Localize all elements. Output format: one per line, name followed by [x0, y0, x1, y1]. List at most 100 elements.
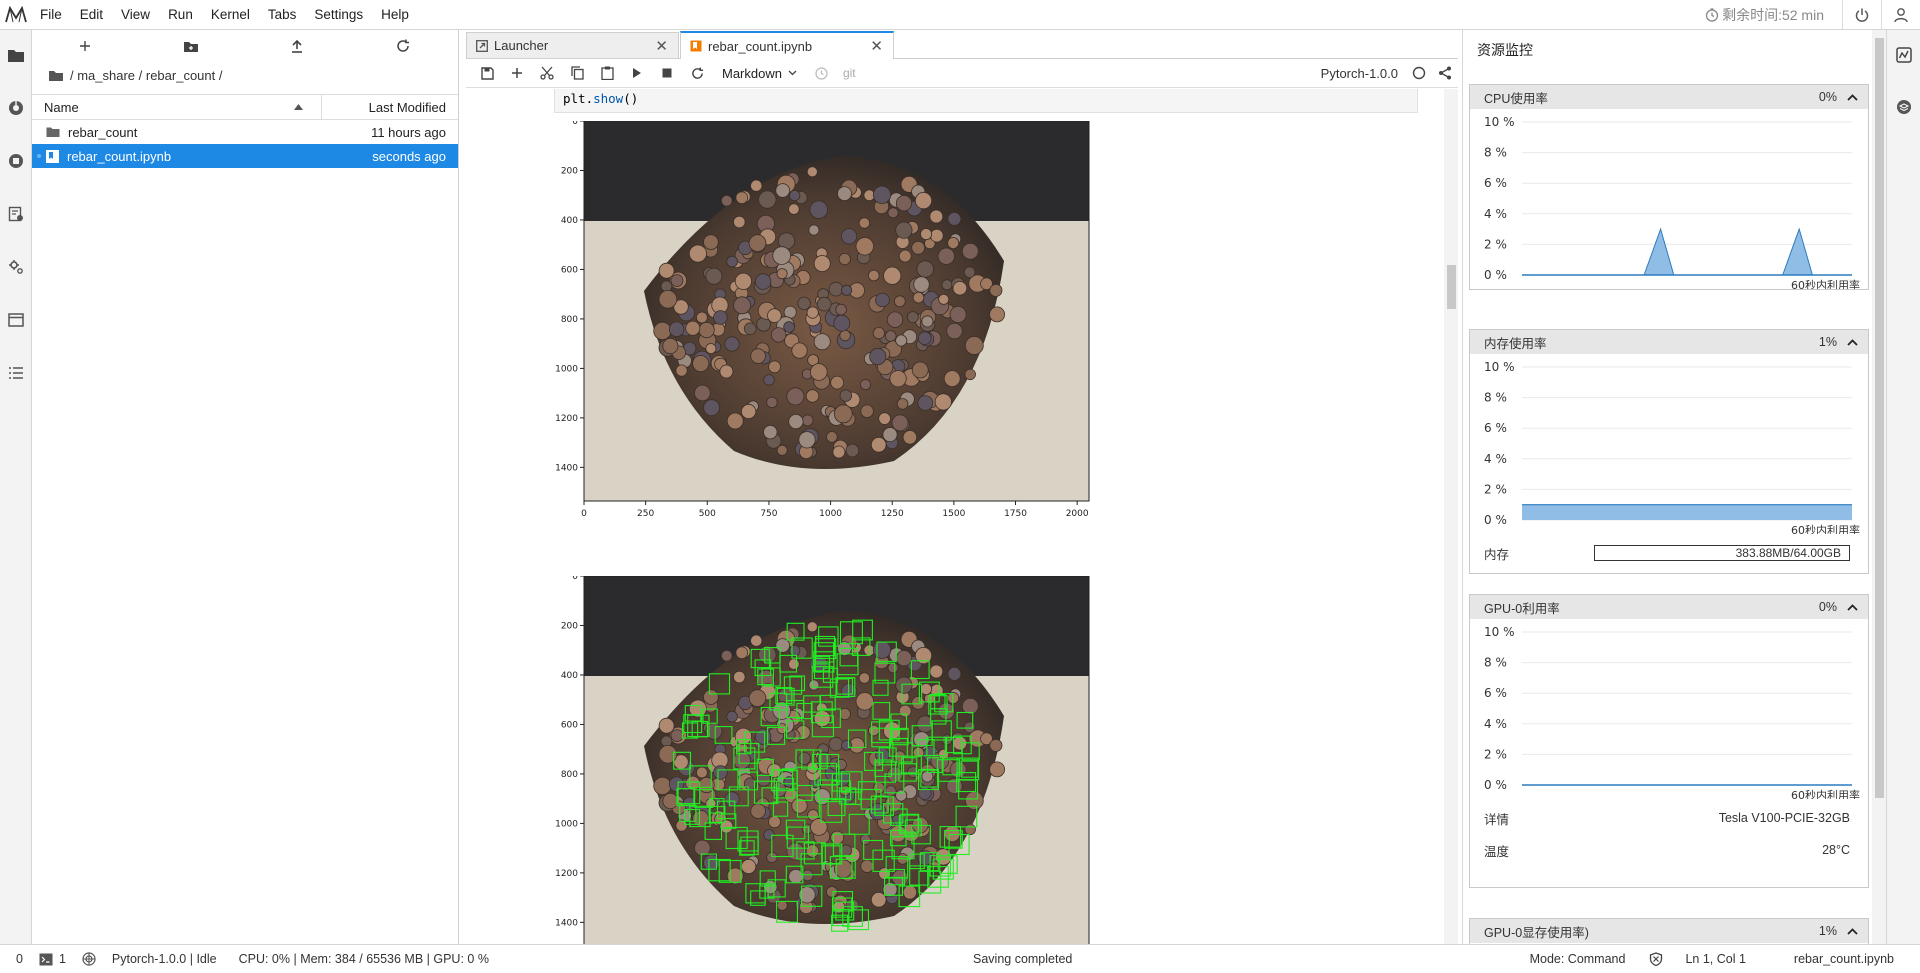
- restart-button[interactable]: [682, 59, 712, 87]
- column-last-modified[interactable]: Last Modified: [322, 100, 458, 115]
- cut-button[interactable]: [532, 59, 562, 87]
- layers-icon[interactable]: [1887, 92, 1920, 122]
- menu-run[interactable]: Run: [159, 0, 202, 30]
- code-cell-tail[interactable]: plt.show(): [554, 89, 1418, 113]
- menu-tabs[interactable]: Tabs: [259, 0, 306, 30]
- chevron-up-icon[interactable]: [1847, 93, 1858, 101]
- status-zero[interactable]: 0: [0, 952, 31, 966]
- menu-file[interactable]: File: [31, 0, 71, 30]
- folder-icon: [46, 127, 60, 137]
- panel-percent: 1%: [1818, 924, 1837, 938]
- rebar-end: [754, 273, 772, 290]
- folder-icon[interactable]: [48, 69, 64, 82]
- kernel-status[interactable]: Pytorch-1.0.0 | Idle: [104, 952, 225, 966]
- notebook-content[interactable]: plt.show() 0 250 500 750 1000 1250 1500 …: [466, 89, 1458, 944]
- rebar-end: [952, 280, 968, 296]
- file-row-rebar-count-folder[interactable]: rebar_count 11 hours ago: [32, 120, 458, 144]
- close-icon[interactable]: ✕: [645, 37, 668, 55]
- share-icon[interactable]: [1432, 59, 1458, 87]
- rebar-end: [937, 247, 955, 265]
- running-kernels-icon[interactable]: [0, 146, 32, 176]
- x-tick-label: 500: [699, 509, 716, 519]
- scrollbar-thumb[interactable]: [1447, 265, 1456, 309]
- history-button[interactable]: [807, 59, 837, 87]
- kernel-icon[interactable]: [74, 952, 104, 966]
- save-button[interactable]: [472, 59, 502, 87]
- paste-button[interactable]: [592, 59, 622, 87]
- toc-list-icon[interactable]: [0, 358, 32, 388]
- settings-gear-icon[interactable]: [0, 252, 32, 282]
- run-button[interactable]: [622, 59, 652, 87]
- menu-view[interactable]: View: [112, 0, 159, 30]
- resource-monitor-icon[interactable]: [1887, 40, 1920, 70]
- rebar-end: [670, 274, 684, 288]
- gpu-usage-header[interactable]: GPU-0利用率 0%: [1470, 595, 1868, 619]
- tab-launcher[interactable]: Launcher ✕: [466, 32, 679, 58]
- notebook-scrollbar[interactable]: [1444, 89, 1458, 944]
- breadcrumb-path[interactable]: / ma_share / rebar_count /: [70, 68, 222, 83]
- file-row-rebar-count-notebook[interactable]: rebar_count.ipynb seconds ago: [32, 144, 458, 168]
- panel-percent: 1%: [1818, 335, 1837, 349]
- y-tick-label: 200: [561, 166, 578, 176]
- tab-rebar-count-notebook[interactable]: rebar_count.ipynb ✕: [680, 31, 894, 59]
- upload-button[interactable]: [244, 30, 350, 62]
- tabs-icon[interactable]: [0, 305, 32, 335]
- insert-cell-button[interactable]: [502, 59, 532, 87]
- copy-button[interactable]: [562, 59, 592, 87]
- close-icon[interactable]: ✕: [860, 37, 883, 55]
- rebar-end: [906, 311, 919, 324]
- power-icon[interactable]: [1843, 0, 1881, 30]
- rebar-end: [734, 727, 752, 745]
- x-tick-label: 1750: [1004, 509, 1027, 519]
- monitor-scrollbar[interactable]: [1872, 30, 1886, 944]
- remaining-time: 剩余时间:52 min: [1705, 5, 1842, 25]
- gpu-memory-header[interactable]: GPU-0显存使用率) 1%: [1470, 919, 1868, 943]
- code-suffix: (): [623, 91, 639, 106]
- column-name[interactable]: Name: [32, 95, 322, 119]
- notification-shield-icon[interactable]: [1641, 952, 1671, 966]
- git-button[interactable]: git: [837, 66, 856, 80]
- memory-usage-header[interactable]: 内存使用率 1%: [1470, 330, 1868, 354]
- git-icon[interactable]: [0, 93, 32, 123]
- chart-caption: 60秒内利用率: [1791, 278, 1860, 289]
- rebar-end: [783, 321, 795, 333]
- save-status: Saving completed: [973, 952, 1073, 966]
- tab-label: Launcher: [494, 38, 549, 53]
- commands-icon[interactable]: [0, 199, 32, 229]
- cursor-position[interactable]: Ln 1, Col 1: [1671, 952, 1785, 966]
- rebar-end: [943, 825, 961, 843]
- rebar-end: [895, 334, 908, 347]
- interrupt-button[interactable]: [652, 59, 682, 87]
- rebar-end: [806, 621, 818, 633]
- rebar-end: [989, 283, 1003, 297]
- cpu-usage-header[interactable]: CPU使用率 0%: [1470, 85, 1868, 109]
- menu-edit[interactable]: Edit: [71, 0, 112, 30]
- menu-settings[interactable]: Settings: [305, 0, 372, 30]
- new-launcher-button[interactable]: [32, 30, 138, 62]
- scrollbar-thumb[interactable]: [1875, 38, 1884, 798]
- menu-help[interactable]: Help: [372, 0, 418, 30]
- rebar-end: [964, 336, 984, 355]
- chevron-up-icon[interactable]: [1847, 338, 1858, 346]
- terminals-count[interactable]: 1: [31, 952, 74, 966]
- rebar-end: [872, 640, 892, 659]
- copy-icon: [570, 66, 584, 80]
- rebar-end: [911, 695, 926, 710]
- right-activity-bar: [1886, 30, 1920, 944]
- chevron-up-icon[interactable]: [1847, 927, 1858, 935]
- panel-percent: 0%: [1818, 90, 1837, 104]
- rebar-end: [841, 284, 853, 296]
- chevron-up-icon[interactable]: [1847, 603, 1858, 611]
- menu-kernel[interactable]: Kernel: [202, 0, 259, 30]
- new-folder-button[interactable]: [138, 30, 244, 62]
- cell-type-select[interactable]: Markdown: [712, 66, 807, 81]
- kernel-name[interactable]: Pytorch-1.0.0: [1321, 66, 1406, 81]
- y-tick-label: 10 %: [1484, 360, 1515, 374]
- user-icon[interactable]: [1882, 0, 1920, 30]
- refresh-button[interactable]: [350, 30, 456, 62]
- new-folder-icon: [184, 41, 198, 52]
- gpu-memory-panel: GPU-0显存使用率) 1%: [1469, 918, 1869, 944]
- y-tick-label: 6 %: [1484, 176, 1507, 190]
- rebar-end: [886, 766, 904, 783]
- folder-icon[interactable]: [0, 40, 32, 70]
